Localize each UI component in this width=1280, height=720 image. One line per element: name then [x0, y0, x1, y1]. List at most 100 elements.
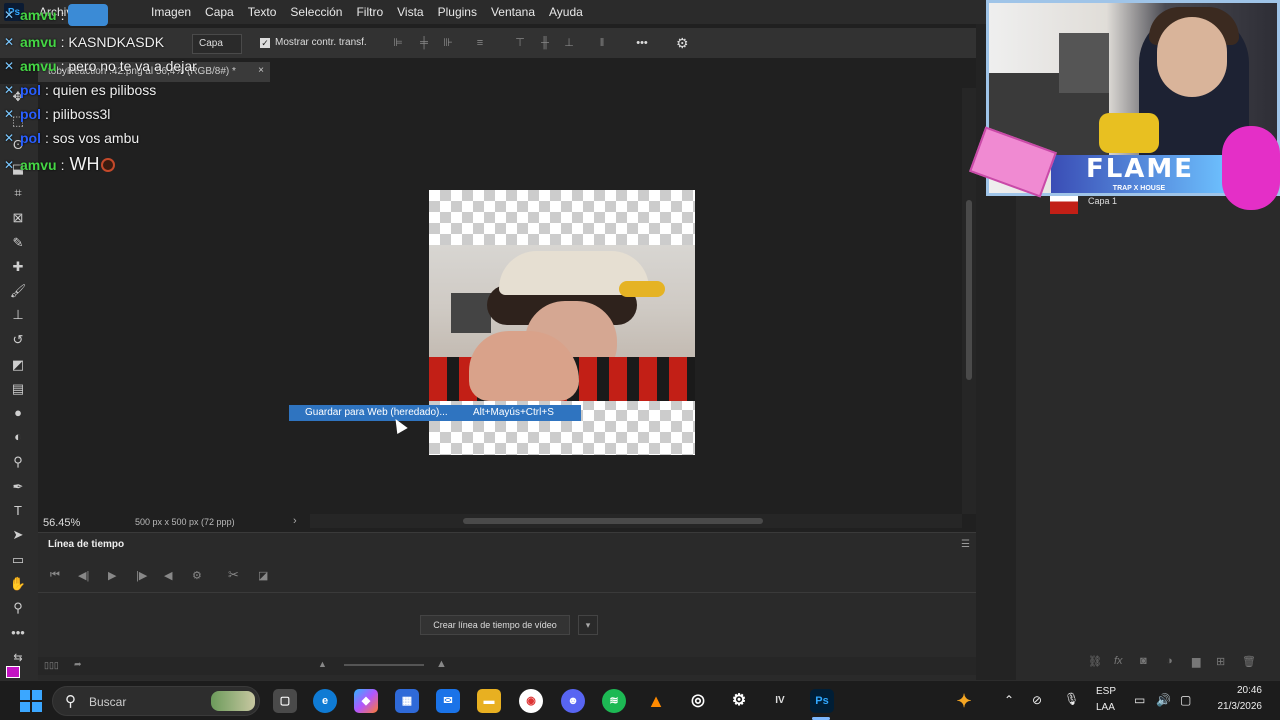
chrome-icon[interactable]: ◉	[519, 689, 543, 713]
notification-flame-icon[interactable]: ✦	[952, 689, 976, 713]
create-video-timeline-button[interactable]: Crear línea de tiempo de vídeo	[420, 615, 570, 635]
hand-tool-icon[interactable]: ✋	[9, 575, 27, 593]
task-view-icon[interactable]: ▢	[273, 689, 297, 713]
layer-thumbnail[interactable]	[1050, 196, 1078, 214]
type-tool-icon[interactable]: T	[9, 502, 27, 520]
eyedropper-tool-icon[interactable]: ✎	[9, 234, 27, 252]
battery-icon[interactable]: ▢	[1180, 693, 1191, 707]
history-brush-tool-icon[interactable]: ↺	[9, 331, 27, 349]
language-indicator[interactable]: ESP	[1096, 686, 1116, 697]
frames-icon[interactable]: ▯▯▯	[44, 660, 59, 671]
steam-icon[interactable]: ⚙	[727, 689, 751, 713]
eraser-tool-icon[interactable]: ◩	[9, 356, 27, 374]
audio-icon[interactable]: ◀	[164, 569, 172, 582]
photoshop-taskbar-icon[interactable]: Ps	[810, 689, 834, 713]
more-tools-icon[interactable]: •••	[9, 624, 27, 642]
zoom-level[interactable]: 56.45%	[43, 517, 80, 529]
clock-date[interactable]: 21/3/2026	[1204, 701, 1263, 712]
fx-icon[interactable]: fx	[1114, 655, 1123, 667]
new-layer-icon[interactable]: ⊞	[1216, 655, 1225, 668]
gear-icon[interactable]: ⚙	[676, 36, 689, 50]
path-select-tool-icon[interactable]: ➤	[9, 526, 27, 544]
distribute-vertical-icon[interactable]: ‖	[596, 37, 608, 49]
layer-name[interactable]: Capa 1	[1088, 196, 1117, 206]
store-icon[interactable]: ▦	[395, 689, 419, 713]
align-middle-icon[interactable]: ╫	[539, 37, 551, 49]
panel-menu-icon[interactable]: ☰	[961, 539, 970, 550]
copilot-icon[interactable]: ◆	[354, 689, 378, 713]
split-scissors-icon[interactable]: ✂	[228, 567, 239, 583]
horizontal-scrollbar[interactable]	[310, 514, 962, 528]
chevron-up-icon[interactable]: ⌃	[1004, 693, 1014, 707]
rectangle-tool-icon[interactable]: ▭	[9, 551, 27, 569]
menu-ayuda[interactable]: Ayuda	[542, 5, 590, 19]
menu-vista[interactable]: Vista	[390, 5, 430, 19]
swap-colors-icon[interactable]: ⇆	[9, 649, 27, 667]
outlook-icon[interactable]: ✉	[436, 689, 460, 713]
healing-brush-tool-icon[interactable]: ✚	[9, 258, 27, 276]
network-off-icon[interactable]: ⊘	[1032, 693, 1042, 707]
vlc-icon[interactable]: ▲	[644, 689, 668, 713]
zoom-tool-icon[interactable]: ⚲	[9, 599, 27, 617]
file-explorer-icon[interactable]: ▬	[477, 689, 501, 713]
keyboard-layout[interactable]: LAA	[1096, 702, 1115, 713]
crop-tool-icon[interactable]: ⌗	[9, 184, 27, 202]
transition-icon[interactable]: ◪	[258, 569, 268, 582]
new-group-icon[interactable]: ▆	[1192, 655, 1200, 668]
menu-capa[interactable]: Capa	[198, 5, 241, 19]
sponge-tool-icon[interactable]: ⚲	[9, 453, 27, 471]
more-options-icon[interactable]: •••	[636, 37, 648, 49]
delete-layer-icon[interactable]: 🗑	[1242, 655, 1256, 668]
gradient-tool-icon[interactable]: ▤	[9, 380, 27, 398]
align-top-icon[interactable]: ⊤	[514, 37, 526, 49]
dodge-tool-icon[interactable]: ◐	[9, 428, 27, 446]
align-right-icon[interactable]: ⊪	[442, 37, 454, 49]
menu-filtro[interactable]: Filtro	[349, 5, 390, 19]
zoom-slider[interactable]	[344, 664, 424, 666]
render-arrow-icon[interactable]: ➦	[74, 659, 82, 670]
pen-tool-icon[interactable]: ✒	[9, 478, 27, 496]
clone-stamp-tool-icon[interactable]: ⊥	[9, 306, 27, 324]
frame-tool-icon[interactable]: ⊠	[9, 209, 27, 227]
layer-mask-icon[interactable]: ◙	[1140, 655, 1147, 667]
vertical-scrollbar[interactable]	[962, 88, 976, 514]
play-icon[interactable]: ▶	[108, 569, 116, 582]
link-layers-icon[interactable]: ⛓	[1088, 655, 1102, 668]
align-center-icon[interactable]: ╪	[418, 37, 430, 49]
windows-start-icon[interactable]	[20, 690, 42, 712]
auto-select-dropdown[interactable]: Capa	[192, 34, 242, 54]
prev-frame-icon[interactable]: ◀|	[78, 569, 89, 582]
menu-imagen[interactable]: Imagen	[144, 5, 198, 19]
edge-icon[interactable]: e	[313, 689, 337, 713]
close-icon[interactable]: ×	[258, 65, 264, 76]
timeline-settings-icon[interactable]: ⚙	[192, 569, 202, 582]
zoom-out-icon[interactable]: ▲	[318, 659, 327, 669]
next-frame-icon[interactable]: |▶	[136, 569, 147, 582]
align-bottom-icon[interactable]: ⊥	[563, 37, 575, 49]
obs-icon[interactable]: ◎	[686, 689, 710, 713]
menu-seleccion[interactable]: Selección	[283, 5, 349, 19]
chevron-down-icon[interactable]: ▾	[578, 615, 598, 635]
brush-tool-icon[interactable]: 🖌	[9, 282, 27, 300]
blur-tool-icon[interactable]: ●	[9, 404, 27, 422]
taskbar-search[interactable]: ⚲ Buscar	[52, 686, 260, 716]
game-app-icon[interactable]: IV	[768, 689, 792, 713]
display-icon[interactable]: ▭	[1134, 693, 1145, 707]
distribute-icon[interactable]: ≡	[474, 37, 486, 49]
adjustment-layer-icon[interactable]: ◑	[1166, 655, 1173, 667]
menu-texto[interactable]: Texto	[241, 5, 284, 19]
align-left-icon[interactable]: ⊫	[392, 37, 404, 49]
foreground-color-swatch[interactable]	[6, 666, 20, 678]
show-transform-checkbox[interactable]: ✓	[260, 38, 270, 48]
menu-plugins[interactable]: Plugins	[431, 5, 484, 19]
status-chevron-icon[interactable]: ›	[293, 515, 297, 527]
microphone-icon[interactable]: 🎙	[1064, 692, 1079, 706]
clock-time[interactable]: 20:46	[1210, 685, 1262, 696]
first-frame-icon[interactable]: ⏮	[50, 569, 60, 582]
menu-ventana[interactable]: Ventana	[484, 5, 542, 19]
discord-icon[interactable]: ☻	[561, 689, 585, 713]
volume-icon[interactable]: 🔊	[1156, 693, 1171, 707]
zoom-in-icon[interactable]: ▲	[436, 658, 447, 670]
spotify-icon[interactable]: ≋	[602, 689, 626, 713]
save-for-web-menu-item[interactable]: Guardar para Web (heredado)... Alt+Mayús…	[289, 405, 581, 421]
